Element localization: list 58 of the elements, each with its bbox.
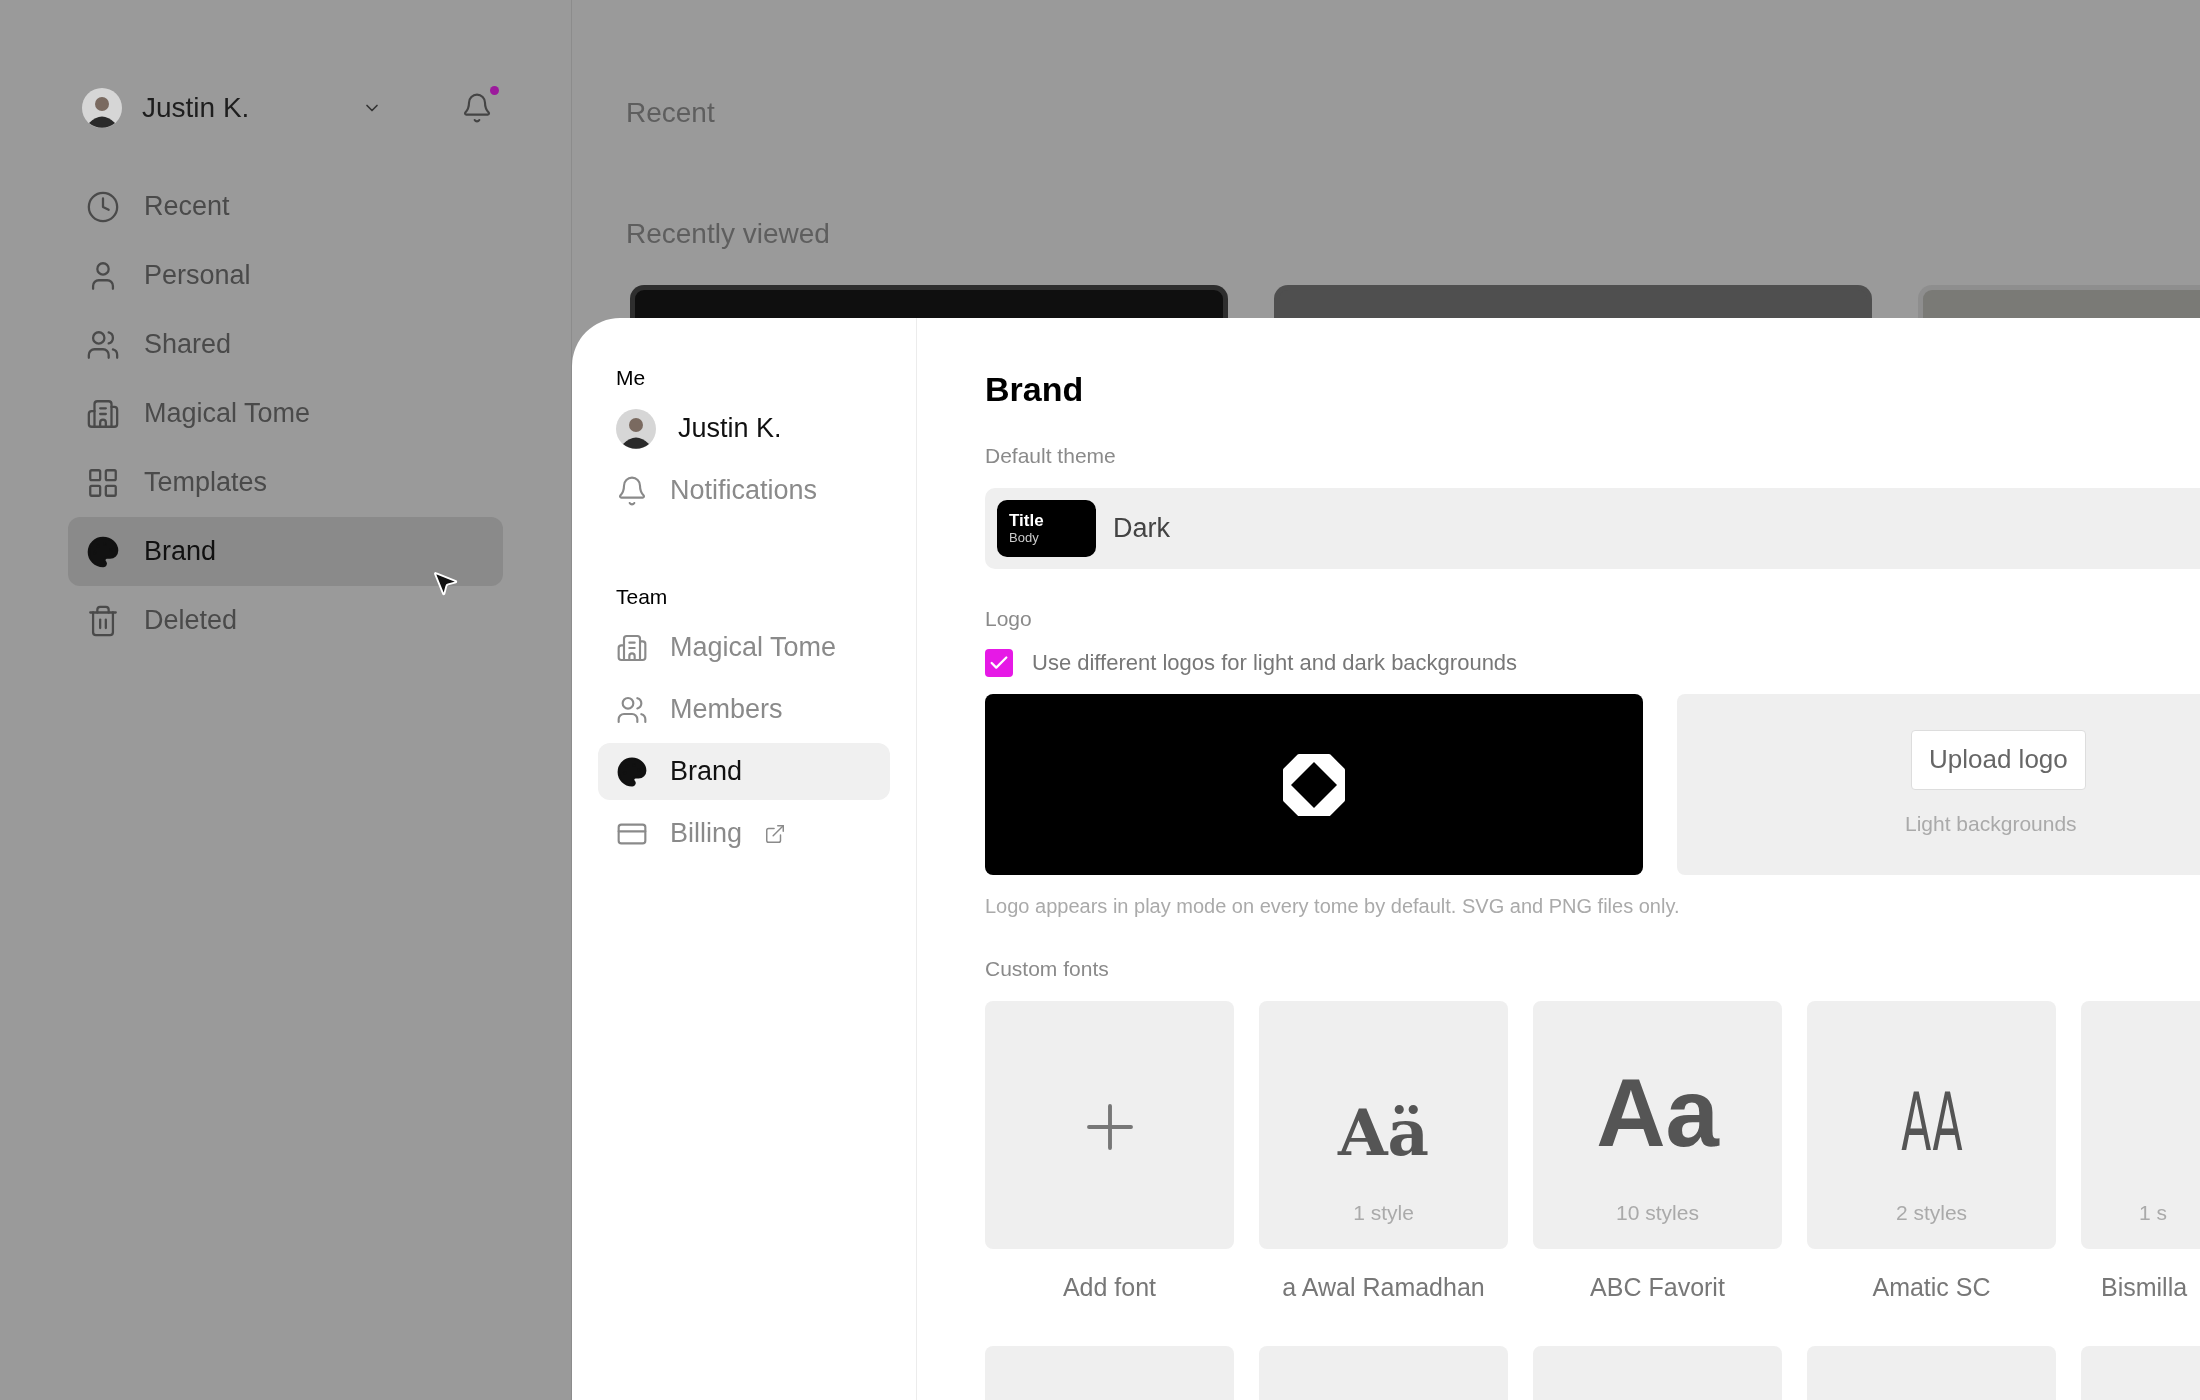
theme-select[interactable]: Title Body Dark (985, 487, 2200, 569)
font-tile[interactable]: Aä 1 style (1259, 1000, 1508, 1249)
style-count: 1 s (2139, 1200, 2167, 1226)
font-tile[interactable]: Aa 10 styles (1533, 1000, 1782, 1249)
settings-nav-item[interactable]: Brand (598, 743, 890, 800)
font-sample: AA (1899, 1075, 1964, 1171)
logo-checkbox-row[interactable]: Use different logos for light and dark backgrounds (985, 646, 2200, 679)
font-name: Bismilla (2100, 1271, 2188, 1303)
checkbox[interactable] (985, 648, 1013, 677)
font-sample: Aa (1595, 1058, 1721, 1168)
palette-icon (616, 755, 648, 788)
settings-nav-item[interactable]: Justin K. (598, 400, 890, 457)
dark-logo-dropzone[interactable] (985, 694, 1643, 875)
dropzone-caption: Light backgrounds (1905, 810, 2077, 837)
bell-icon (461, 92, 493, 124)
sidebar-item[interactable]: Brand (68, 517, 503, 586)
font-sample: Aä (1336, 1094, 1431, 1172)
style-count: 10 styles (1616, 1200, 1699, 1226)
font-name: a Awal Ramadhan (1282, 1271, 1485, 1303)
light-logo-dropzone[interactable]: Upload logo Light backgrounds (1677, 694, 2200, 875)
sidebar-item[interactable]: Recent (68, 172, 503, 241)
logo-hint: Logo appears in play mode on every tome by default. SVG and PNG files only. (985, 894, 1681, 919)
settings-nav-item[interactable]: Notifications (598, 462, 890, 519)
nav-heading: Me (615, 365, 647, 391)
sidebar-item[interactable]: Magical Tome (68, 379, 503, 448)
sidebar-item[interactable]: Templates (68, 448, 503, 517)
tome-card[interactable] (1274, 285, 1872, 318)
add-font-tile[interactable] (985, 1000, 1234, 1249)
avatar (616, 408, 656, 449)
field-label: Custom fonts (985, 956, 1110, 982)
bell-icon (616, 474, 648, 507)
sidebar-item[interactable]: Personal (68, 241, 503, 310)
sidebar-item[interactable]: Deleted (68, 586, 503, 655)
palette-icon (86, 534, 120, 569)
settings-nav-item[interactable]: Members (598, 681, 890, 738)
font-name: Amatic SC (1872, 1271, 1991, 1303)
style-count: 2 styles (1895, 1200, 1968, 1226)
settings-title: Brand (985, 369, 1085, 410)
settings-nav-item[interactable]: Billing (598, 805, 890, 862)
tome-card[interactable] (630, 285, 1228, 318)
theme-preview: Title Body (997, 499, 1096, 557)
section-title: Recently viewed (626, 217, 831, 251)
style-count: 1 style (1353, 1200, 1414, 1226)
field-label: Default theme (985, 443, 1117, 469)
logo-mark-icon (1281, 751, 1347, 818)
nav-heading: Team (615, 584, 669, 610)
clock-icon (86, 189, 120, 224)
font-name: Add font (1062, 1271, 1157, 1303)
field-label: Logo (985, 605, 1033, 632)
avatar (82, 88, 122, 128)
trash-icon (86, 603, 120, 638)
font-name: ABC Favorit (1590, 1271, 1725, 1303)
upload-logo-button[interactable]: Upload logo (1911, 729, 2086, 790)
font-tile[interactable]: AA 2 styles (1807, 1000, 2056, 1249)
account-switcher[interactable]: Justin K. (82, 87, 382, 129)
sidebar-item[interactable]: Shared (68, 310, 503, 379)
settings-nav-item[interactable]: Magical Tome (598, 619, 890, 676)
page-title: Recent (626, 96, 716, 130)
